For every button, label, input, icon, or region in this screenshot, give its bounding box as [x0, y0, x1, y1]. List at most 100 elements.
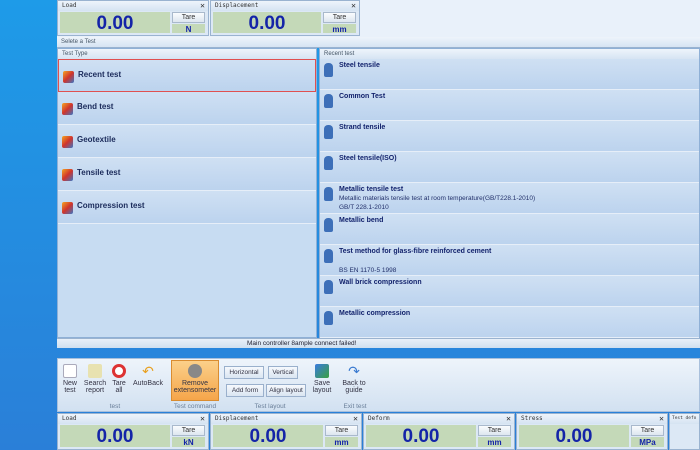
horizontal-button[interactable]: Horizontal	[224, 366, 264, 379]
recent-test-title: Metallic compression	[339, 310, 411, 317]
meter-displacement-top: Displacement ✕ 0.00 Tare mm	[210, 0, 360, 36]
test-type-label: Compression test	[77, 201, 145, 210]
back-arrow-icon: ↷	[348, 363, 360, 379]
tare-all-button[interactable]: Tare all	[110, 364, 128, 394]
meter-label: Test defo	[672, 416, 697, 421]
user-icon	[324, 125, 333, 139]
recent-test-item[interactable]: Wall brick compressionn	[320, 276, 699, 307]
lifebuoy-icon	[112, 364, 126, 378]
status-text: Main controller 8ample connect failed!	[247, 340, 357, 347]
meter-stress: Stress ✕ 0.00 Tare MPa	[516, 413, 668, 450]
recent-test-standard: GB/T 228.1-2010	[339, 204, 389, 211]
unit-button[interactable]: MPa	[631, 437, 664, 447]
test-type-label: Recent test	[78, 70, 122, 79]
test-type-label: Geotextile	[77, 135, 116, 144]
meter-load: Load ✕ 0.00 Tare kN	[57, 413, 209, 450]
recent-test-panel: Recent test Steel tensile Common Test Stra…	[319, 48, 700, 338]
recent-test-title: Metallic tensile test	[339, 186, 404, 193]
unit-button[interactable]: mm	[323, 24, 356, 34]
meter-value: 0.00	[213, 12, 321, 34]
panel-header: Recent test	[320, 49, 699, 59]
tare-button[interactable]: Tare	[631, 425, 664, 436]
test-type-item[interactable]: Compression test	[58, 191, 316, 224]
recent-test-title: Steel tensile	[339, 62, 380, 69]
save-layout-icon	[315, 364, 329, 378]
recent-test-item[interactable]: Common Test	[320, 90, 699, 121]
user-icon	[324, 94, 333, 108]
status-bar: Main controller 8ample connect failed!	[57, 338, 700, 348]
recent-test-title: Steel tensile(ISO)	[339, 155, 397, 162]
meter-label: Displacement	[215, 415, 259, 422]
search-report-icon	[88, 364, 102, 378]
search-report-button[interactable]: Search report	[83, 364, 107, 394]
test-type-panel: Test Type Recent test Bend test Geotextile…	[57, 48, 317, 338]
unit-button[interactable]: kN	[172, 437, 205, 447]
close-icon[interactable]: ✕	[353, 414, 358, 424]
return-arrow-icon: ↶	[142, 363, 154, 379]
recent-test-title: Common Test	[339, 93, 386, 100]
meter-value: 0.00	[519, 425, 629, 447]
user-icon	[324, 311, 333, 325]
meter-load-top: Load ✕ 0.00 Tare N	[57, 0, 209, 36]
recent-test-description: Metallic materials tensile test at room …	[339, 195, 536, 202]
panel-header: Test Type	[58, 49, 316, 59]
group-label-exit-test: Exit test	[343, 403, 367, 410]
close-icon[interactable]: ✕	[200, 1, 205, 11]
remove-extensometer-button[interactable]: Remove extensometer	[171, 360, 219, 401]
recent-test-title: Test method for glass-fibre reinforced c…	[339, 248, 492, 255]
test-type-icon	[62, 103, 73, 115]
test-type-item[interactable]: Geotextile	[58, 125, 316, 158]
recent-test-item[interactable]: Steel tensile(ISO)	[320, 152, 699, 183]
meter-label: Stress	[521, 415, 543, 422]
close-icon[interactable]: ✕	[351, 1, 356, 11]
tare-button[interactable]: Tare	[172, 425, 205, 436]
test-type-icon	[62, 169, 73, 181]
recent-test-item[interactable]: Metallic bend	[320, 214, 699, 245]
test-type-item[interactable]: Bend test	[58, 92, 316, 125]
user-icon	[324, 249, 333, 263]
unit-button[interactable]: N	[172, 24, 205, 34]
recent-test-title: Strand tensile	[339, 124, 386, 131]
new-test-button[interactable]: New test	[60, 364, 80, 394]
tare-button[interactable]: Tare	[323, 12, 356, 23]
user-icon	[324, 280, 333, 294]
recent-test-item[interactable]: Metallic compression	[320, 307, 699, 338]
group-label-test-layout: Test layout	[254, 403, 286, 410]
close-icon[interactable]: ✕	[659, 414, 664, 424]
user-icon	[324, 218, 333, 232]
new-document-icon	[63, 364, 77, 378]
recent-test-item[interactable]: Metallic tensile test Metallic materials …	[320, 183, 699, 214]
recent-test-title: Metallic bend	[339, 217, 384, 224]
align-layout-button[interactable]: Align layout	[266, 384, 306, 397]
test-type-icon	[62, 136, 73, 148]
test-type-item[interactable]: Tensile test	[58, 158, 316, 191]
close-icon[interactable]: ✕	[200, 414, 205, 424]
meter-value: 0.00	[213, 425, 323, 447]
back-to-guide-button[interactable]: ↷ Back to guide	[340, 364, 368, 394]
recent-test-item[interactable]: Test method for glass-fibre reinforced c…	[320, 245, 699, 276]
meter-value: 0.00	[60, 12, 170, 34]
autoback-button[interactable]: ↶ AutoBack	[132, 364, 164, 387]
user-icon	[324, 187, 333, 201]
close-icon[interactable]: ✕	[506, 414, 511, 424]
meter-label: Deform	[368, 415, 390, 422]
unit-button[interactable]: mm	[325, 437, 358, 447]
save-layout-button[interactable]: Save layout	[310, 364, 334, 394]
tare-button[interactable]: Tare	[172, 12, 205, 23]
test-type-icon	[63, 71, 74, 83]
meter-deform: Deform ✕ 0.00 Tare mm	[363, 413, 515, 450]
vertical-button[interactable]: Vertical	[268, 366, 298, 379]
tare-button[interactable]: Tare	[325, 425, 358, 436]
tare-button[interactable]: Tare	[478, 425, 511, 436]
test-type-item[interactable]: Recent test	[58, 59, 316, 92]
user-icon	[324, 156, 333, 170]
meter-label: Load	[62, 415, 77, 422]
recent-test-item[interactable]: Steel tensile	[320, 59, 699, 90]
recent-test-item[interactable]: Strand tensile	[320, 121, 699, 152]
meter-value: 0.00	[60, 425, 170, 447]
unit-button[interactable]: mm	[478, 437, 511, 447]
user-icon	[324, 63, 333, 77]
meter-test-defo: Test defo	[669, 413, 700, 450]
test-type-label: Bend test	[77, 102, 114, 111]
add-form-button[interactable]: Add form	[226, 384, 264, 397]
